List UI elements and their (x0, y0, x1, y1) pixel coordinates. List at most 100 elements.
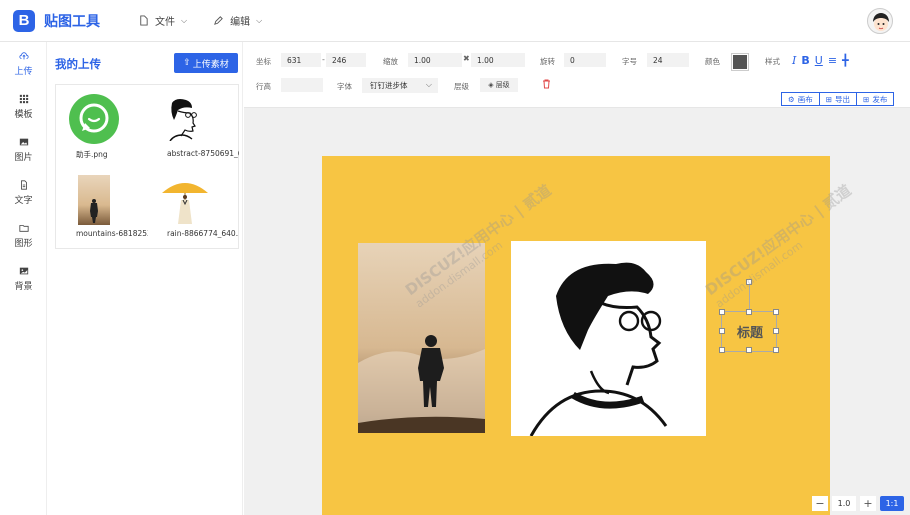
rail-item-shape[interactable]: 图形 (0, 214, 47, 257)
uploads-grid: 助手.png abstract-8750691_6 mountains-6818… (55, 84, 239, 249)
action-buttons: ⚙ 画布 ⊞ 导出 ⊞ 发布 (781, 92, 895, 106)
resize-handle[interactable] (746, 347, 752, 353)
app-title: 贴图工具 (44, 13, 100, 30)
rotate-input[interactable] (564, 53, 606, 67)
upload-thumb-mountains[interactable] (78, 175, 110, 225)
rail-item-text[interactable]: 文字 (0, 171, 47, 214)
align-icon[interactable]: ≡ (828, 54, 837, 67)
menu-edit-label: 编辑 (230, 17, 251, 28)
text-selection-box[interactable]: 标题 (719, 279, 779, 353)
font-select[interactable]: 钉钉进步体 ⌵ (362, 78, 438, 93)
scale-x-input[interactable] (408, 53, 462, 67)
scale-label: 缩放 (383, 57, 398, 66)
menu-file-label: 文件 (155, 17, 175, 28)
layer-button[interactable]: ◈ 层级 (480, 78, 518, 92)
publish-button[interactable]: ⊞ 发布 (856, 92, 895, 106)
color-picker[interactable] (731, 53, 749, 71)
resize-handle[interactable] (773, 309, 779, 315)
export-button[interactable]: ⊞ 导出 (818, 92, 858, 106)
upload-thumb-assistant[interactable] (68, 93, 120, 145)
cloud-upload-icon (18, 51, 29, 59)
upload-thumb-abstract[interactable] (166, 97, 202, 142)
times-icon: ✖ (463, 54, 470, 63)
resize-handle[interactable] (773, 347, 779, 353)
italic-icon[interactable]: I (792, 54, 796, 67)
rail-item-image[interactable]: 图片 (0, 128, 47, 171)
settings-icon: ⚙ (788, 94, 795, 104)
font-label: 字体 (337, 82, 352, 91)
image-icon (19, 138, 28, 145)
file-icon (140, 15, 148, 26)
sketch-portrait-icon (529, 262, 668, 436)
rail-label: 图片 (14, 152, 33, 163)
underline-icon[interactable]: U (815, 54, 823, 67)
zoom-in-button[interactable]: + (860, 496, 876, 511)
design-canvas[interactable]: 标题 (322, 156, 830, 515)
publish-button-label: 发布 (872, 94, 888, 104)
rotation-handle[interactable] (746, 279, 752, 285)
strikethrough-icon[interactable]: ╋ (842, 54, 849, 67)
uploads-panel: 我的上传 ⇧ 上传素材 助手.png abstract-8750691_6 mo… (47, 42, 243, 515)
layers-icon: ◈ (488, 81, 494, 89)
canvas-title-text[interactable]: 标题 (722, 322, 778, 341)
rail-item-background[interactable]: 背景 (0, 257, 47, 300)
position-label: 坐标 (256, 57, 271, 66)
zoom-controls: − 1.0 + 1:1 (812, 496, 904, 511)
canvas-button[interactable]: ⚙ 画布 (781, 92, 820, 106)
position-separator: - (322, 55, 325, 64)
menu-file[interactable]: 文件 ⌵ (138, 13, 187, 28)
canvas-image-sketch[interactable] (511, 241, 706, 436)
delete-button[interactable] (542, 79, 551, 91)
fontsize-input[interactable] (647, 53, 689, 67)
resize-handle[interactable] (719, 309, 725, 315)
hiker-silhouette-icon (90, 199, 98, 223)
app-logo[interactable]: B (13, 9, 35, 32)
rail-label: 文字 (14, 195, 33, 206)
upload-button-label: 上传素材 (192, 59, 229, 70)
workspace: 标题 DISCUZ!应用中心 | 贰道 addon.dismall.com DIS… (244, 108, 910, 515)
chevron-down-icon: ⌵ (256, 15, 263, 25)
chevron-down-icon: ⌵ (181, 15, 188, 25)
position-x-input[interactable] (281, 53, 321, 67)
rail-label: 模板 (14, 109, 33, 120)
top-menu: 文件 ⌵ 编辑 ⌵ (138, 13, 262, 28)
rotation-line (749, 282, 750, 312)
top-bar: B 贴图工具 文件 ⌵ 编辑 ⌵ (0, 0, 910, 42)
canvas-image-mountains[interactable] (358, 243, 485, 433)
style-label: 样式 (765, 57, 780, 66)
fontsize-label: 字号 (622, 57, 637, 66)
upload-label: 助手.png (76, 150, 108, 159)
resize-handle[interactable] (746, 309, 752, 315)
left-rail: 上传 模板 图片 文字 图形 背景 (0, 42, 47, 515)
lineheight-input[interactable] (281, 78, 323, 92)
resize-handle[interactable] (719, 347, 725, 353)
zoom-fit-button[interactable]: 1:1 (880, 496, 904, 511)
upload-material-button[interactable]: ⇧ 上传素材 (174, 53, 238, 73)
rail-item-upload[interactable]: 上传 (0, 42, 47, 85)
rail-item-template[interactable]: 模板 (0, 85, 47, 128)
bold-icon[interactable]: B (801, 54, 809, 67)
rail-label: 上传 (14, 66, 33, 77)
rail-label: 背景 (14, 281, 33, 292)
rotate-label: 旋转 (540, 57, 555, 66)
canvas-button-label: 画布 (797, 94, 813, 104)
zoom-out-button[interactable]: − (812, 496, 828, 511)
color-label: 颜色 (705, 57, 720, 66)
font-select-value: 钉钉进步体 (370, 81, 408, 90)
document-icon (20, 179, 27, 190)
upload-thumb-rain[interactable] (160, 175, 210, 225)
user-avatar[interactable] (867, 8, 893, 34)
text-style-icons: I B U ≡ ╋ (792, 54, 849, 67)
upload-label: abstract-8750691_6 (167, 149, 239, 158)
picture-icon (19, 267, 28, 274)
color-swatch-fill (733, 55, 747, 69)
export-icon: ⊞ (825, 94, 833, 104)
position-y-input[interactable] (326, 53, 366, 67)
sketch-portrait-icon (169, 99, 197, 142)
menu-edit[interactable]: 编辑 ⌵ (213, 13, 262, 28)
export-button-label: 导出 (835, 94, 851, 104)
grid-icon (19, 94, 28, 103)
publish-icon: ⊞ (863, 94, 870, 104)
scale-y-input[interactable] (471, 53, 525, 67)
upload-label: mountains-6818253 (76, 229, 148, 238)
